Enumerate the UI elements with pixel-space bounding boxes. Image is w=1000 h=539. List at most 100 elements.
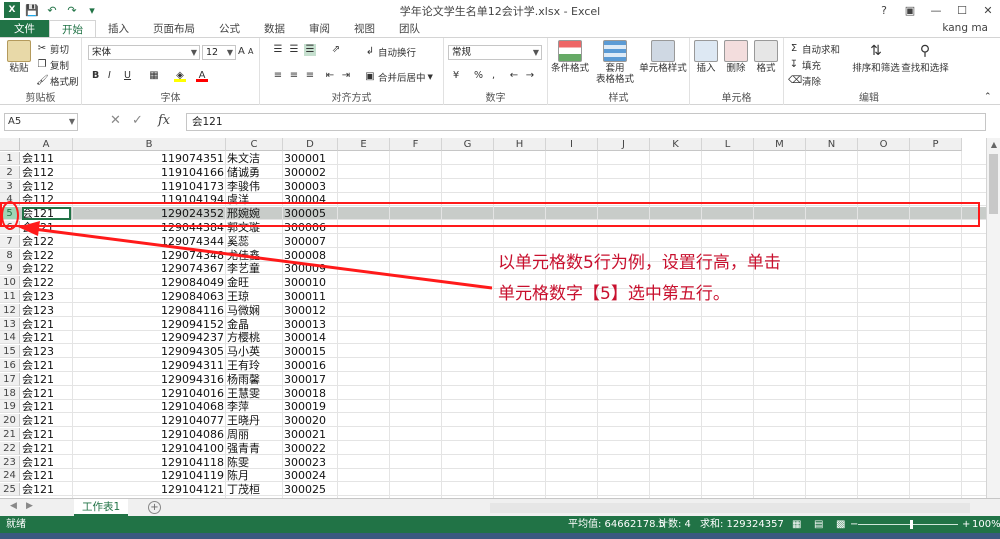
cell-c[interactable]: 马微娴 [227, 304, 282, 317]
cell-c[interactable]: 周丽 [227, 428, 282, 441]
border-button[interactable]: ▦ [148, 70, 160, 82]
vertical-scrollbar[interactable]: ▲ [986, 138, 1000, 498]
page-break-view-icon[interactable]: ▩ [836, 516, 845, 533]
column-header-h[interactable]: H [494, 138, 546, 151]
cell-c[interactable]: 金晶 [227, 318, 282, 331]
undo-icon[interactable]: ↶ [44, 2, 60, 18]
row-header[interactable]: 2 [0, 165, 20, 179]
cell-b[interactable]: 129084116 [73, 304, 224, 317]
row-header[interactable]: 17 [0, 372, 20, 386]
cell-b[interactable]: 129104086 [73, 428, 224, 441]
cell-c[interactable]: 郭文璇 [227, 221, 282, 234]
cell-d[interactable]: 300006 [283, 221, 326, 234]
column-header-c[interactable]: C [226, 138, 283, 151]
cell-b[interactable]: 129084049 [73, 276, 224, 289]
cell-d[interactable]: 300012 [283, 304, 326, 317]
column-header-m[interactable]: M [754, 138, 806, 151]
row-header[interactable]: 24 [0, 469, 20, 483]
cell-a[interactable]: 会121 [22, 387, 71, 400]
tab-formulas[interactable]: 公式 [207, 20, 252, 37]
cell-c[interactable]: 奚蕊 [227, 235, 282, 248]
cell-d[interactable]: 300010 [283, 276, 326, 289]
cell-c[interactable]: 王慧雯 [227, 387, 282, 400]
clear-button[interactable]: ⌫ 清除 [788, 74, 821, 88]
fill-color-button[interactable]: ◈ [174, 70, 186, 82]
cell-d[interactable]: 300008 [283, 249, 326, 262]
find-select-button[interactable]: ⚲ 查找和选择 [900, 40, 950, 74]
cell-d[interactable]: 300022 [283, 442, 326, 455]
next-sheet-icon[interactable]: ▶ [26, 501, 33, 511]
cell-b[interactable]: 129104016 [73, 387, 224, 400]
cell-c[interactable]: 虞洋 [227, 193, 282, 206]
format-cells-button[interactable]: 格式 [752, 40, 780, 74]
page-layout-view-icon[interactable]: ▤ [814, 516, 823, 533]
cell-c[interactable]: 王有玲 [227, 359, 282, 372]
cell-d[interactable]: 300014 [283, 331, 326, 344]
tab-data[interactable]: 数据 [252, 20, 297, 37]
orientation-button[interactable]: ⇗ [330, 44, 342, 56]
column-header-a[interactable]: A [20, 138, 73, 151]
cell-a[interactable]: 会121 [22, 414, 71, 427]
cell-b[interactable]: 129074367 [73, 262, 224, 275]
cell-a[interactable]: 会121 [22, 428, 71, 441]
cell-c[interactable]: 强青青 [227, 442, 282, 455]
row-header[interactable]: 16 [0, 359, 20, 372]
cell-d[interactable]: 300009 [283, 262, 326, 275]
merge-center-button[interactable]: ▣ 合并后居中 ▼ [364, 70, 433, 84]
tab-page-layout[interactable]: 页面布局 [141, 20, 207, 37]
cell-a[interactable]: 会121 [22, 456, 71, 469]
user-account[interactable]: kang ma [942, 22, 988, 34]
cell-c[interactable]: 马小英 [227, 345, 282, 358]
row-header[interactable]: 8 [0, 248, 20, 262]
cell-b[interactable]: 129104077 [73, 414, 224, 427]
cell-b[interactable]: 129084063 [73, 290, 224, 303]
add-sheet-button[interactable]: + [148, 501, 161, 514]
cell-d[interactable]: 300004 [283, 193, 326, 206]
cell-b[interactable]: 119074351 [73, 152, 224, 165]
cell-d[interactable]: 300023 [283, 456, 326, 469]
cell-a[interactable]: 会123 [22, 304, 71, 317]
column-header-n[interactable]: N [806, 138, 858, 151]
cell-b[interactable]: 129094305 [73, 345, 224, 358]
cell-a[interactable]: 会112 [22, 166, 71, 179]
row-header[interactable]: 23 [0, 455, 20, 469]
redo-icon[interactable]: ↷ [64, 2, 80, 18]
close-button[interactable]: ✕ [980, 4, 996, 17]
cell-b[interactable]: 129074348 [73, 249, 224, 262]
align-middle-button[interactable]: ☰ [288, 44, 300, 56]
italic-button[interactable]: I [108, 70, 111, 81]
cell-b[interactable]: 129094152 [73, 318, 224, 331]
cell-a[interactable]: 会122 [22, 262, 71, 275]
insert-function-button[interactable]: fx [158, 113, 170, 128]
cell-d[interactable]: 300007 [283, 235, 326, 248]
cell-b[interactable]: 129094311 [73, 359, 224, 372]
increase-indent-button[interactable]: ⇥ [340, 70, 352, 82]
font-color-button[interactable]: A [196, 70, 208, 82]
comma-button[interactable]: , [492, 70, 495, 81]
cell-b[interactable]: 129104119 [73, 469, 224, 482]
cell-d[interactable]: 300020 [283, 414, 326, 427]
cell-c[interactable]: 金旺 [227, 276, 282, 289]
increase-decimal-button[interactable]: ← [508, 70, 520, 82]
row-header[interactable]: 6 [0, 221, 20, 234]
accounting-format-button[interactable]: ¥ [450, 70, 462, 82]
cell-a[interactable]: 会121 [22, 331, 71, 344]
column-header-d[interactable]: D [283, 138, 338, 151]
cell-a[interactable]: 会122 [22, 276, 71, 289]
sort-filter-button[interactable]: ⇅ 排序和筛选 [852, 40, 900, 74]
decrease-decimal-button[interactable]: → [524, 70, 536, 82]
cell-styles-button[interactable]: 单元格样式 [638, 40, 688, 74]
column-header-l[interactable]: L [702, 138, 754, 151]
cell-d[interactable]: 300019 [283, 400, 326, 413]
cell-b[interactable]: 119104166 [73, 166, 224, 179]
cell-c[interactable]: 王琼 [227, 290, 282, 303]
cell-a[interactable]: 会121 [22, 221, 71, 234]
row-header[interactable]: 12 [0, 303, 20, 317]
font-size-dropdown[interactable]: 12 ▼ [202, 45, 236, 60]
cell-a[interactable]: 会121 [22, 483, 71, 496]
autosum-button[interactable]: Σ 自动求和 [788, 42, 840, 56]
decrease-indent-button[interactable]: ⇤ [324, 70, 336, 82]
zoom-slider[interactable] [858, 524, 958, 525]
cell-c[interactable]: 李萍 [227, 400, 282, 413]
shrink-font-button[interactable]: A [248, 47, 253, 56]
